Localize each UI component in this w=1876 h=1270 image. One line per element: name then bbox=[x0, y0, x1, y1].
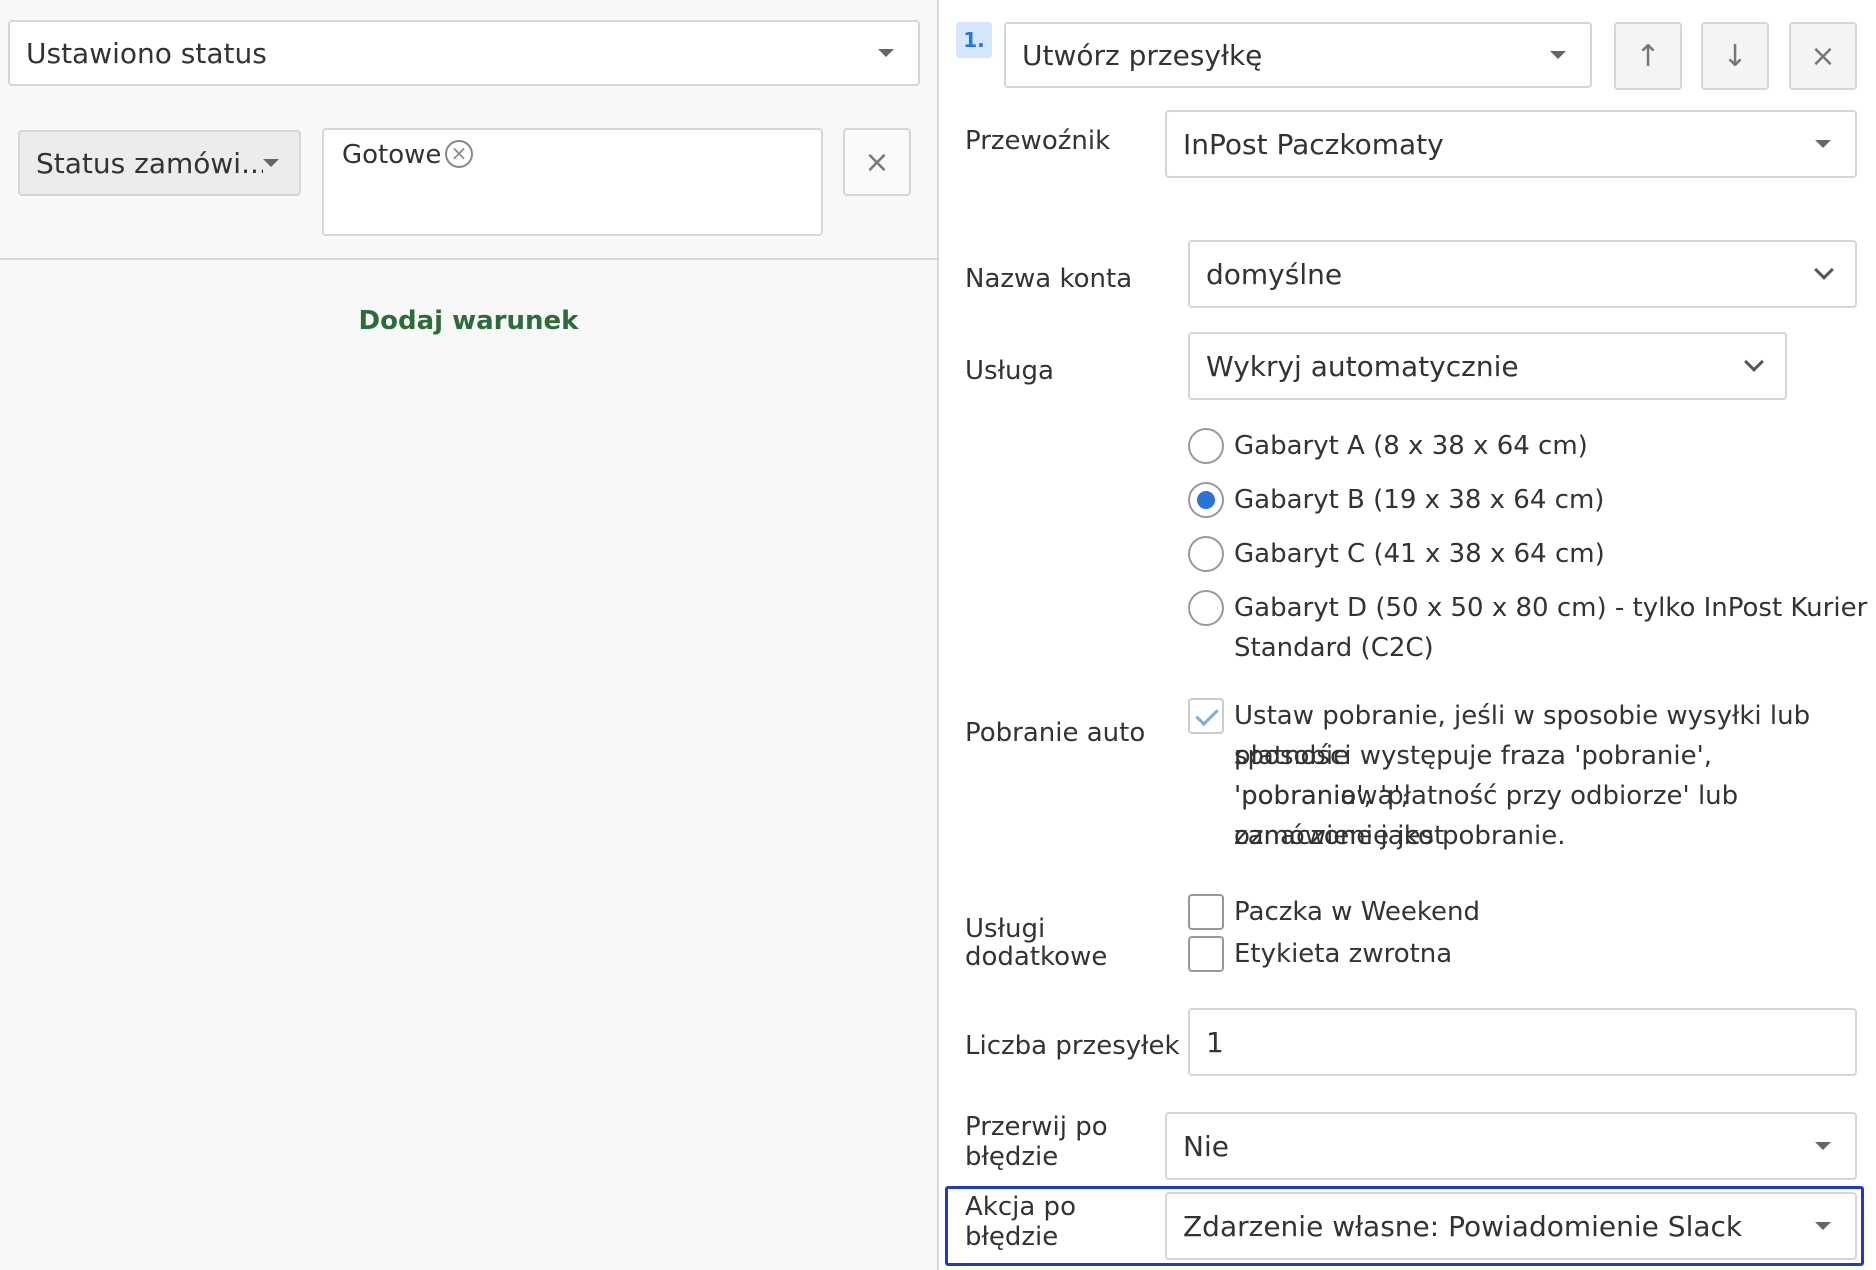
trigger-select-value: Ustawiono status bbox=[26, 36, 267, 70]
service-select[interactable]: Wykryj automatycznie bbox=[1188, 332, 1787, 400]
caret-down-icon bbox=[1815, 140, 1831, 148]
after-error-label-line1: Akcja po bbox=[965, 1192, 1076, 1222]
size-c-label: Gabaryt C (41 x 38 x 64 cm) bbox=[1234, 539, 1605, 569]
trigger-select[interactable]: Ustawiono status bbox=[8, 20, 920, 86]
after-error-select[interactable]: Zdarzenie własne: Powiadomienie Slack bbox=[1165, 1192, 1857, 1260]
close-icon: × bbox=[864, 144, 890, 180]
size-a-label: Gabaryt A (8 x 38 x 64 cm) bbox=[1234, 431, 1588, 461]
carrier-label: Przewoźnik bbox=[965, 126, 1111, 156]
extras-label-line1: Usługi bbox=[965, 914, 1046, 944]
caret-down-icon bbox=[263, 159, 279, 167]
count-input-value: 1 bbox=[1206, 1025, 1224, 1059]
size-d-label-line2: Standard (C2C) bbox=[1234, 633, 1434, 663]
count-label: Liczba przesyłek bbox=[965, 1031, 1180, 1061]
remove-condition-button[interactable]: × bbox=[843, 128, 911, 196]
remove-action-button[interactable]: × bbox=[1789, 22, 1857, 90]
caret-down-icon bbox=[1815, 1222, 1831, 1230]
cod-label: Pobranie auto bbox=[965, 718, 1146, 748]
add-condition-link[interactable]: Dodaj warunek bbox=[0, 306, 937, 336]
move-down-button[interactable]: ↓ bbox=[1701, 22, 1769, 90]
cod-description-line4: oznaczone jako pobranie. bbox=[1234, 821, 1566, 851]
return-label-label: Etykieta zwrotna bbox=[1234, 939, 1453, 969]
after-error-value: Zdarzenie własne: Powiadomienie Slack bbox=[1183, 1209, 1743, 1243]
action-select[interactable]: Utwórz przesyłkę bbox=[1004, 22, 1592, 88]
condition-field-value: Status zamówi... bbox=[36, 146, 263, 180]
stop-on-error-value: Nie bbox=[1183, 1129, 1229, 1163]
size-d-radio[interactable] bbox=[1188, 590, 1224, 626]
stop-label-line2: błędzie bbox=[965, 1142, 1059, 1172]
condition-field-select[interactable]: Status zamówi... bbox=[18, 130, 301, 196]
arrow-up-icon: ↑ bbox=[1635, 38, 1661, 74]
stop-on-error-select[interactable]: Nie bbox=[1165, 1112, 1857, 1180]
service-select-value: Wykryj automatycznie bbox=[1206, 349, 1519, 383]
carrier-select-value: InPost Paczkomaty bbox=[1183, 127, 1444, 161]
close-icon: × bbox=[1810, 38, 1836, 74]
size-c-radio[interactable] bbox=[1188, 536, 1224, 572]
value-tag: Gotowe bbox=[342, 140, 442, 170]
condition-values-input[interactable]: Gotowe × bbox=[322, 128, 823, 236]
trigger-panel: Ustawiono status Status zamówi... Gotowe… bbox=[0, 0, 937, 1270]
caret-down-icon bbox=[1550, 51, 1566, 59]
size-d-label: Gabaryt D (50 x 50 x 80 cm) - tylko InPo… bbox=[1234, 593, 1868, 623]
arrow-down-icon: ↓ bbox=[1722, 38, 1748, 74]
after-error-label-line2: błędzie bbox=[965, 1222, 1059, 1252]
return-label-checkbox[interactable] bbox=[1188, 936, 1224, 972]
move-up-button[interactable]: ↑ bbox=[1614, 22, 1682, 90]
remove-tag-icon[interactable]: × bbox=[445, 140, 473, 168]
caret-down-icon bbox=[878, 49, 894, 57]
chevron-down-icon bbox=[1744, 352, 1764, 372]
action-select-value: Utwórz przesyłkę bbox=[1022, 38, 1263, 72]
extras-label-line2: dodatkowe bbox=[965, 942, 1108, 972]
caret-down-icon bbox=[1815, 1142, 1831, 1150]
cod-checkbox[interactable] bbox=[1188, 698, 1224, 734]
size-b-label: Gabaryt B (19 x 38 x 64 cm) bbox=[1234, 485, 1605, 515]
service-label: Usługa bbox=[965, 356, 1054, 386]
carrier-select[interactable]: InPost Paczkomaty bbox=[1165, 110, 1857, 178]
count-input[interactable]: 1 bbox=[1188, 1008, 1857, 1076]
stop-label-line1: Przerwij po bbox=[965, 1112, 1108, 1142]
size-b-radio[interactable] bbox=[1188, 482, 1224, 518]
account-select-value: domyślne bbox=[1206, 257, 1343, 291]
step-number-badge: 1. bbox=[956, 22, 992, 58]
condition-row: Status zamówi... Gotowe × × bbox=[0, 106, 937, 260]
account-select[interactable]: domyślne bbox=[1188, 240, 1857, 308]
chevron-down-icon bbox=[1814, 260, 1834, 280]
weekend-label: Paczka w Weekend bbox=[1234, 897, 1480, 927]
size-a-radio[interactable] bbox=[1188, 428, 1224, 464]
account-label: Nazwa konta bbox=[965, 264, 1133, 294]
weekend-checkbox[interactable] bbox=[1188, 894, 1224, 930]
